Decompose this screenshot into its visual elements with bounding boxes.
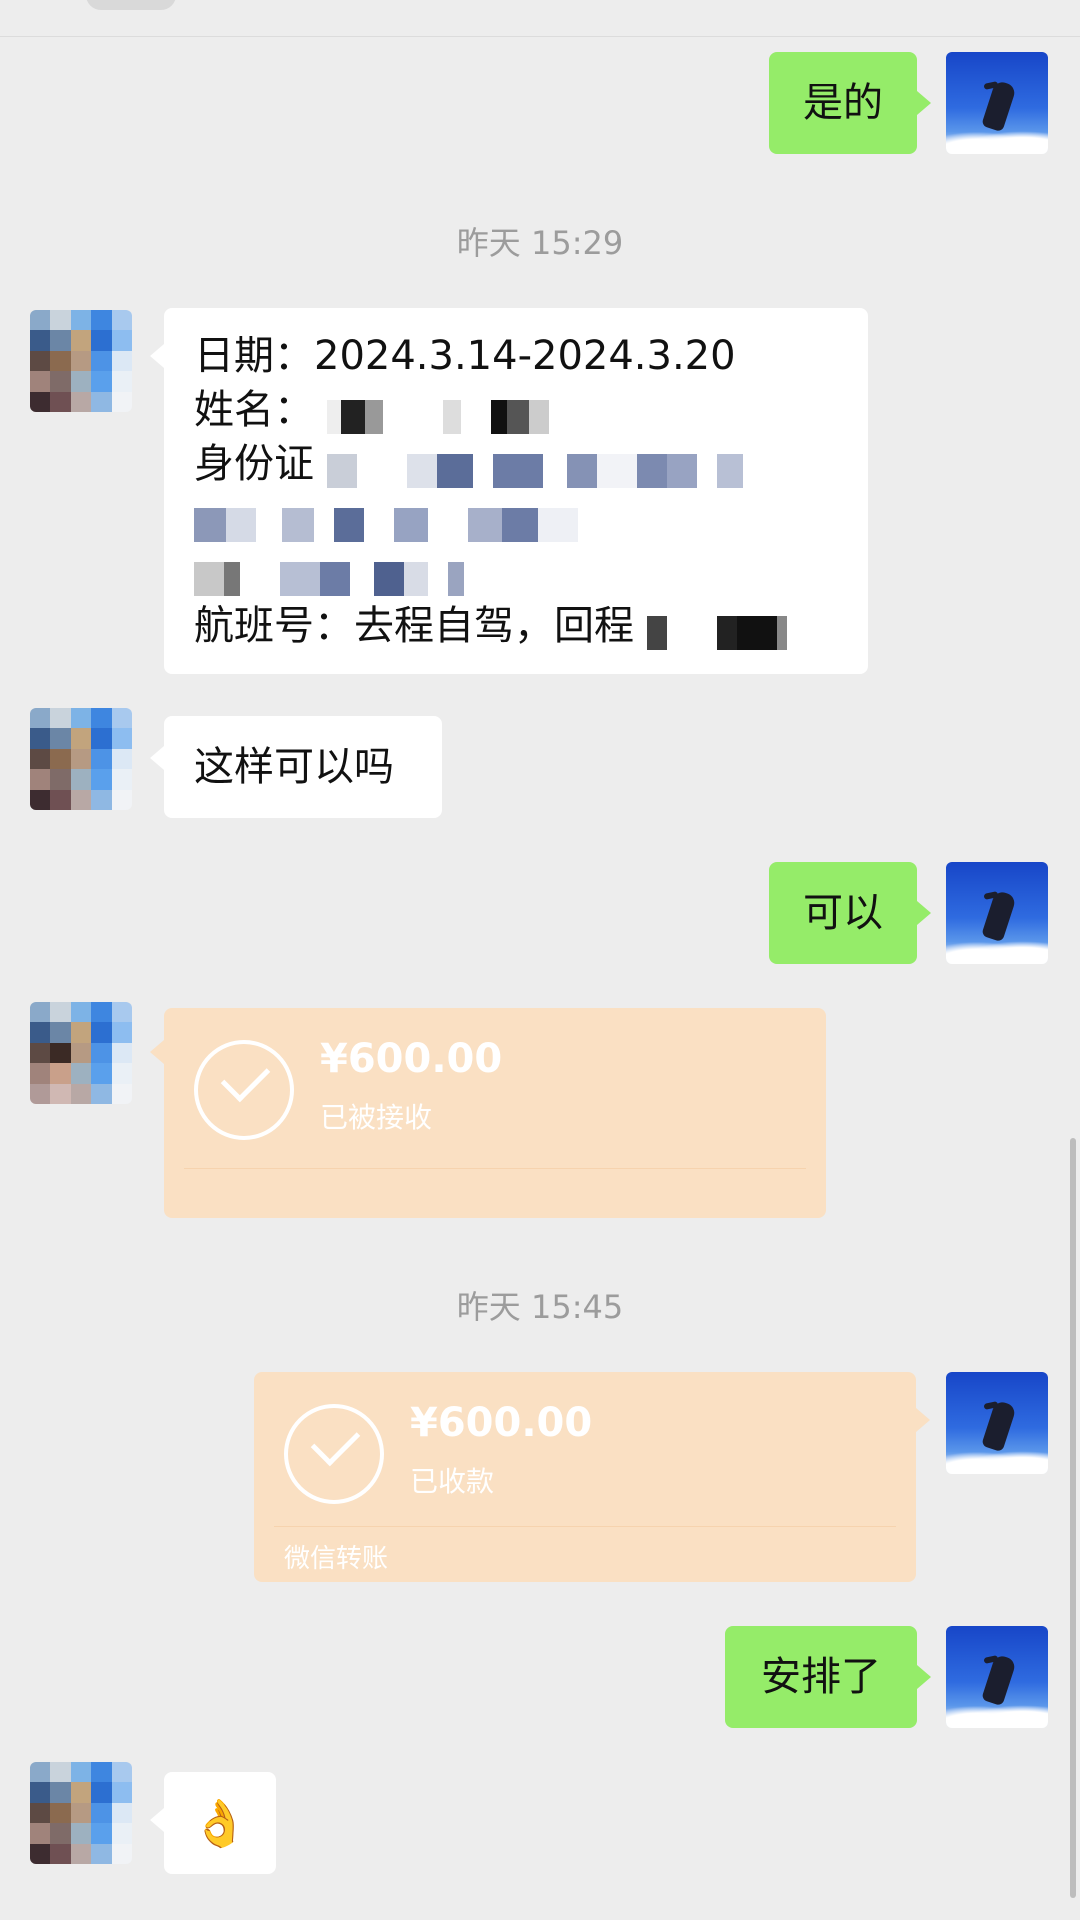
redacted-flight-number	[646, 611, 787, 650]
transfer-status: 已被接收	[320, 1101, 433, 1134]
info-message-bubble[interactable]: 日期：2024.3.14-2024.3.20 姓名： 身份证 航班号：去程自驾，…	[164, 308, 868, 674]
message-text: 安排了	[761, 1654, 881, 1700]
my-message-bubble[interactable]: 安排了	[725, 1626, 917, 1728]
info-id-continued-line	[194, 492, 838, 546]
redacted-id-continued	[194, 503, 578, 542]
redacted-id-end	[194, 557, 464, 596]
message-text: 这样可以吗	[194, 744, 394, 790]
transfer-amount: ¥600.00	[410, 1400, 593, 1446]
bubble-tail	[917, 91, 931, 115]
my-avatar[interactable]	[946, 1372, 1048, 1474]
bubble-tail	[917, 1665, 931, 1689]
redacted-id-number	[326, 449, 743, 488]
contact-avatar[interactable]	[30, 708, 132, 810]
info-id-line: 身份证	[194, 438, 838, 492]
transfer-status: 已收款	[410, 1465, 495, 1498]
timestamp: 昨天 15:45	[456, 1288, 624, 1326]
bubble-tail	[917, 901, 931, 925]
check-circle-icon	[284, 1404, 384, 1504]
contact-avatar[interactable]	[30, 1002, 132, 1104]
my-avatar[interactable]	[946, 1626, 1048, 1728]
info-name-line: 姓名：	[194, 384, 838, 438]
scrollbar[interactable]	[1070, 1138, 1076, 1898]
emoji-message-bubble[interactable]: 👌	[164, 1772, 276, 1874]
back-button[interactable]	[86, 0, 176, 10]
message-text: 是的	[803, 80, 883, 126]
transfer-card-received[interactable]: ¥600.00 已被接收	[164, 1008, 826, 1218]
contact-avatar[interactable]	[30, 1762, 132, 1864]
my-avatar[interactable]	[946, 862, 1048, 964]
transfer-footer: 微信转账	[284, 1544, 389, 1574]
message-text: 可以	[803, 890, 883, 936]
transfer-amount: ¥600.00	[320, 1036, 503, 1082]
my-message-bubble[interactable]: 是的	[769, 52, 917, 154]
bubble-tail	[150, 1808, 164, 1832]
name-label: 姓名：	[194, 387, 314, 433]
info-date-line: 日期：2024.3.14-2024.3.20	[194, 330, 838, 384]
contact-avatar[interactable]	[30, 310, 132, 412]
info-id-end-line	[194, 546, 838, 600]
timestamp: 昨天 15:29	[456, 224, 624, 262]
my-avatar[interactable]	[946, 52, 1048, 154]
id-label: 身份证	[194, 441, 314, 487]
date-value: 2024.3.14-2024.3.20	[314, 333, 736, 379]
bubble-tail	[150, 746, 164, 770]
bubble-tail	[916, 1408, 930, 1432]
top-nav-bar	[0, 0, 1080, 37]
info-flight-line: 航班号：去程自驾，回程	[194, 600, 838, 654]
bubble-tail	[150, 344, 164, 368]
date-label: 日期：	[194, 333, 314, 379]
transfer-divider	[274, 1526, 896, 1527]
bubble-tail	[150, 1040, 164, 1064]
contact-message-bubble[interactable]: 这样可以吗	[164, 716, 442, 818]
redacted-name	[326, 395, 549, 434]
my-message-bubble[interactable]: 可以	[769, 862, 917, 964]
ok-hand-icon: 👌	[191, 1796, 249, 1850]
transfer-card-collected[interactable]: ¥600.00 已收款 微信转账	[254, 1372, 916, 1582]
check-circle-icon	[194, 1040, 294, 1140]
transfer-divider	[184, 1168, 806, 1169]
flight-label: 航班号：去程自驾，回程	[194, 603, 634, 649]
